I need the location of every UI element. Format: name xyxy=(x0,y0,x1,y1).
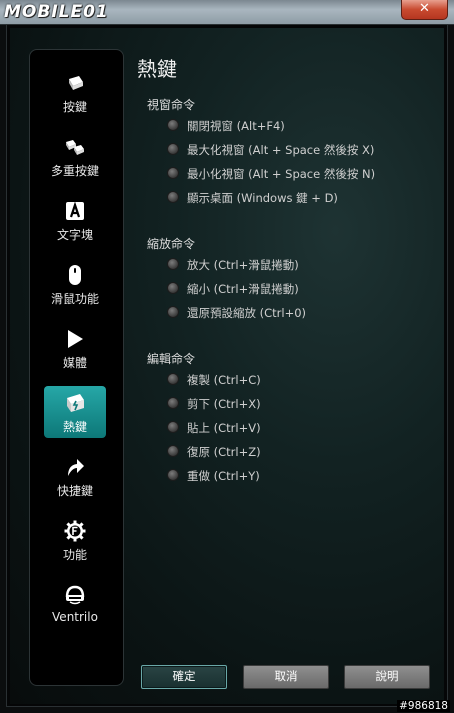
watermark: #986818 xyxy=(397,700,450,712)
sidebar-item-mouse[interactable]: 滑鼠功能 xyxy=(44,258,106,310)
sidebar: 按鍵 多重按鍵 文字塊 滑鼠功能 媒體 熱鍵 快捷鍵 功能 Ventrilo xyxy=(29,49,124,686)
hotkey-icon xyxy=(67,394,84,412)
sidebar-item-keys[interactable]: 按鍵 xyxy=(44,66,106,118)
option-minimize-window[interactable]: 最小化視窗 (Alt + Space 然後按 N) xyxy=(167,166,375,182)
radio-button[interactable] xyxy=(167,143,179,155)
option-undo[interactable]: 復原 (Ctrl+Z) xyxy=(167,444,261,460)
option-label: 顯示桌面 (Windows 鍵 + D) xyxy=(187,191,338,205)
option-zoom-out[interactable]: 縮小 (Ctrl+滑鼠捲動) xyxy=(167,281,299,297)
sidebar-item-media[interactable]: 媒體 xyxy=(44,322,106,374)
option-label: 最大化視窗 (Alt + Space 然後按 X) xyxy=(187,143,375,157)
option-label: 最小化視窗 (Alt + Space 然後按 N) xyxy=(187,167,376,181)
group-title-window: 視窗命令 xyxy=(147,98,196,112)
radio-button[interactable] xyxy=(167,397,179,409)
close-button[interactable]: ✕ xyxy=(401,0,448,20)
help-button[interactable]: 說明 xyxy=(344,665,430,689)
page-title: 熱鍵 xyxy=(137,57,177,81)
radio-button[interactable] xyxy=(167,191,179,203)
sidebar-item-textblock[interactable]: 文字塊 xyxy=(44,194,106,246)
radio-button[interactable] xyxy=(167,445,179,457)
sidebar-item-label: 媒體 xyxy=(62,356,87,370)
option-show-desktop[interactable]: 顯示桌面 (Windows 鍵 + D) xyxy=(167,190,338,206)
title-bar: MOBILE01 ✕ xyxy=(0,0,454,25)
option-label: 關閉視窗 (Alt+F4) xyxy=(187,119,285,133)
key-icon xyxy=(69,76,83,90)
sidebar-item-shortcuts[interactable]: 快捷鍵 xyxy=(44,450,106,502)
option-label: 放大 (Ctrl+滑鼠捲動) xyxy=(187,258,299,272)
radio-button[interactable] xyxy=(167,167,179,179)
headset-icon xyxy=(65,585,85,605)
mouse-icon xyxy=(69,265,81,285)
sidebar-item-functions[interactable]: 功能 xyxy=(44,514,106,566)
radio-button[interactable] xyxy=(167,258,179,270)
radio-button[interactable] xyxy=(167,469,179,481)
radio-button[interactable] xyxy=(167,306,179,318)
sidebar-item-multikey[interactable]: 多重按鍵 xyxy=(44,130,106,182)
option-copy[interactable]: 複製 (Ctrl+C) xyxy=(167,372,261,388)
sidebar-item-label: 多重按鍵 xyxy=(50,164,99,178)
sidebar-item-label: 快捷鍵 xyxy=(56,484,93,498)
radio-button[interactable] xyxy=(167,119,179,131)
group-title-edit: 編輯命令 xyxy=(147,352,196,366)
option-label: 重做 (Ctrl+Y) xyxy=(187,469,260,483)
option-paste[interactable]: 貼上 (Ctrl+V) xyxy=(167,420,261,436)
option-zoom-in[interactable]: 放大 (Ctrl+滑鼠捲動) xyxy=(167,257,299,273)
multi-key-icon xyxy=(66,140,84,155)
radio-button[interactable] xyxy=(167,421,179,433)
option-label: 還原預設縮放 (Ctrl+0) xyxy=(187,306,307,320)
cancel-button[interactable]: 取消 xyxy=(243,665,329,689)
option-label: 複製 (Ctrl+C) xyxy=(187,373,261,387)
option-redo[interactable]: 重做 (Ctrl+Y) xyxy=(167,468,260,484)
sidebar-item-label: 滑鼠功能 xyxy=(50,292,99,306)
radio-button[interactable] xyxy=(167,282,179,294)
sidebar-item-label: 按鍵 xyxy=(62,100,87,114)
sidebar-item-hotkeys[interactable]: 熱鍵 xyxy=(44,386,106,438)
app-logo: MOBILE01 xyxy=(4,2,109,22)
option-close-window[interactable]: 關閉視窗 (Alt+F4) xyxy=(167,118,285,134)
sidebar-item-label: 熱鍵 xyxy=(62,420,87,434)
sidebar-item-ventrilo[interactable]: Ventrilo xyxy=(44,578,106,630)
option-reset-zoom[interactable]: 還原預設縮放 (Ctrl+0) xyxy=(167,305,306,321)
option-label: 復原 (Ctrl+Z) xyxy=(187,445,261,459)
radio-button[interactable] xyxy=(167,373,179,385)
text-block-icon xyxy=(66,201,84,220)
option-label: 貼上 (Ctrl+V) xyxy=(187,421,261,435)
sidebar-item-label: 功能 xyxy=(62,548,87,562)
sidebar-item-label: Ventrilo xyxy=(52,610,98,624)
option-label: 剪下 (Ctrl+X) xyxy=(187,397,261,411)
group-title-zoom: 縮放命令 xyxy=(147,237,196,251)
option-maximize-window[interactable]: 最大化視窗 (Alt + Space 然後按 X) xyxy=(167,142,374,158)
option-label: 縮小 (Ctrl+滑鼠捲動) xyxy=(187,282,299,296)
option-cut[interactable]: 剪下 (Ctrl+X) xyxy=(167,396,261,412)
sidebar-item-label: 文字塊 xyxy=(56,228,93,242)
ok-button[interactable]: 確定 xyxy=(141,665,227,689)
shortcut-arrow-icon xyxy=(68,459,84,476)
play-icon xyxy=(68,330,83,348)
function-gear-icon xyxy=(64,520,86,542)
